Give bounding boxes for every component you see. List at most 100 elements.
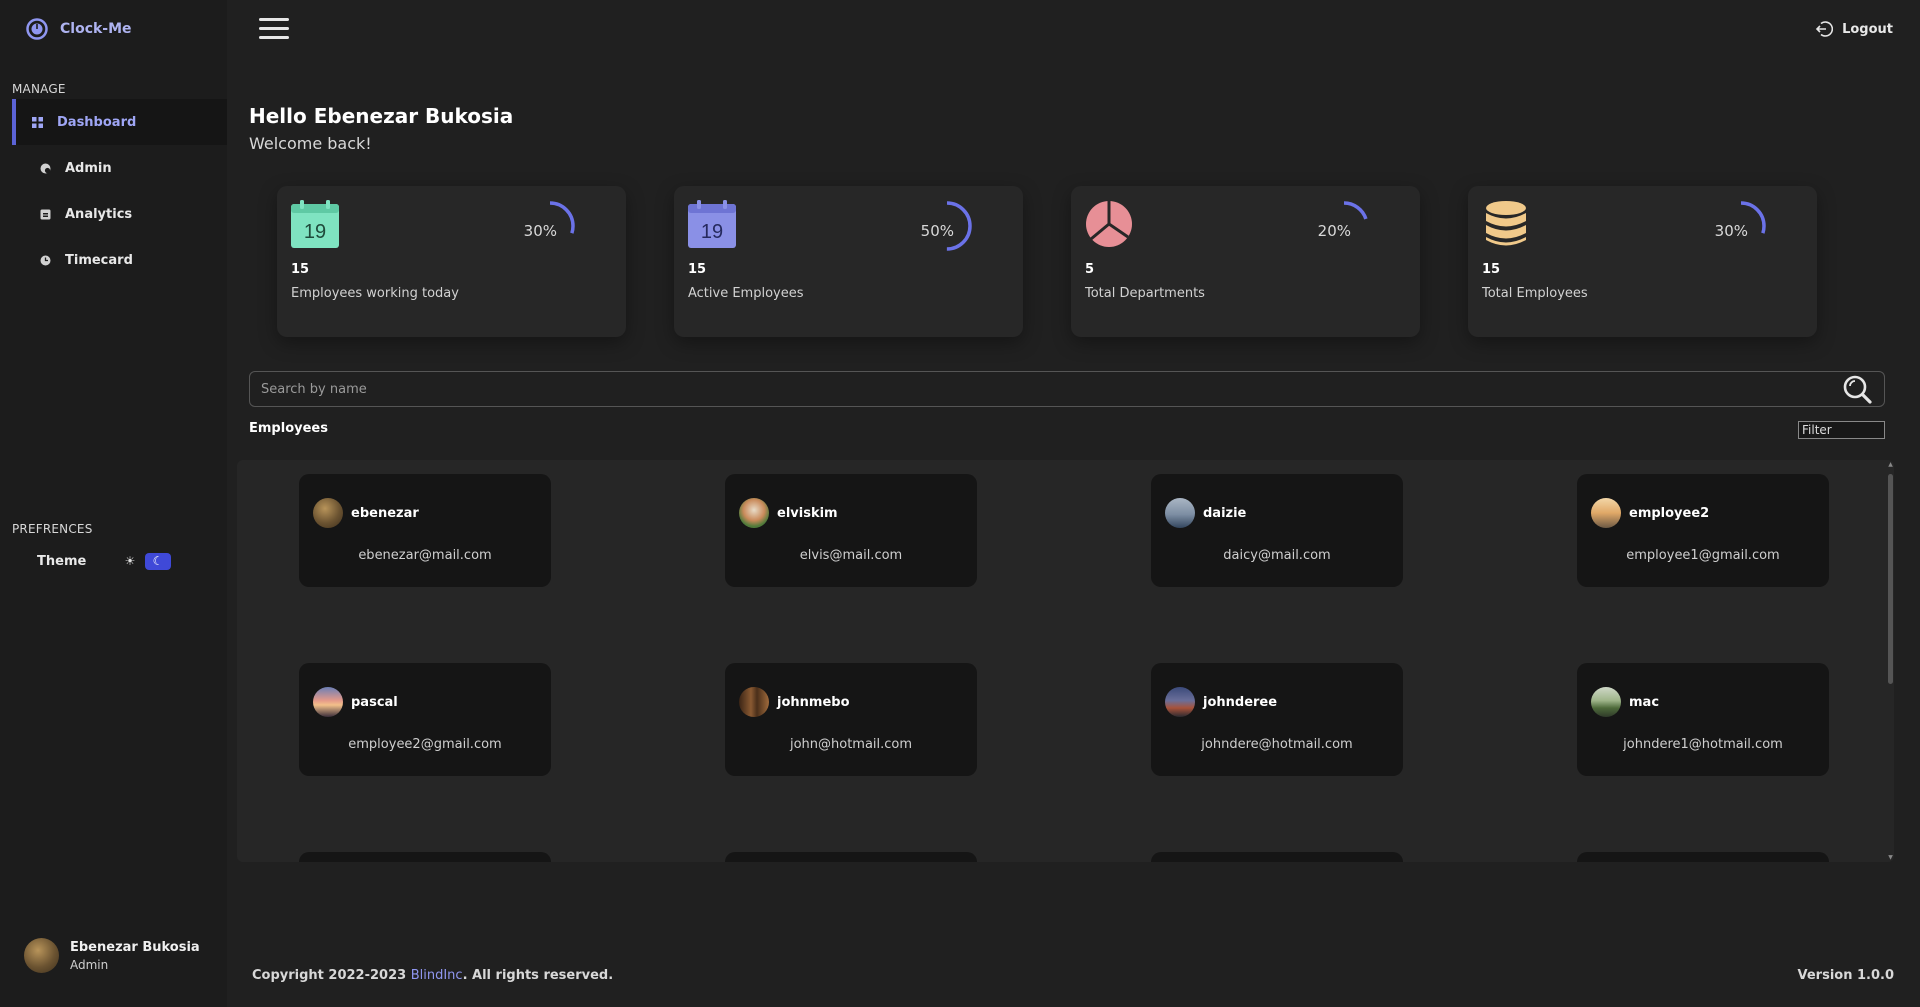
- brand[interactable]: Clock-Me: [26, 18, 132, 40]
- profile-name: Ebenezar Bukosia: [70, 939, 200, 955]
- sidebar-item-label: Timecard: [65, 252, 133, 268]
- stat-value: 15: [291, 262, 310, 277]
- page-title: Hello Ebenezar Bukosia: [249, 104, 514, 128]
- employee-email: elvis@mail.com: [799, 548, 903, 563]
- hamburger-icon: [259, 18, 289, 21]
- sidebar-item-timecard[interactable]: Timecard: [12, 237, 227, 283]
- employee-name: ebenezar: [351, 506, 419, 521]
- search-icon: [1843, 375, 1872, 404]
- stat-percent: 50%: [920, 222, 954, 240]
- database-icon: [1486, 201, 1526, 246]
- sidebar-item-label: Admin: [65, 160, 112, 176]
- greeting: Hello Ebenezar Bukosia Welcome back!: [249, 104, 513, 153]
- employee-email: ebenezar@mail.com: [358, 548, 492, 563]
- employee-email: johndere@hotmail.com: [1201, 737, 1353, 752]
- employees-row: pascal employee2@gmail.com johnmebo john…: [299, 663, 1829, 776]
- employee-email: employee2@gmail.com: [348, 737, 502, 752]
- employee-email: employee1@gmail.com: [1626, 548, 1780, 563]
- pie-icon: [1086, 201, 1132, 247]
- clock-logo-icon: [26, 18, 48, 40]
- stat-percent: 30%: [1714, 222, 1748, 240]
- stat-card-active-employees: 19 50% 15 Active Employees: [674, 186, 1023, 337]
- calendar-icon: 19: [688, 200, 736, 248]
- user-profile[interactable]: Ebenezar Bukosia Admin: [24, 938, 200, 973]
- stat-card-departments: 20% 5 Total Departments: [1071, 186, 1420, 337]
- copyright-prefix: Copyright 2022-2023: [252, 968, 411, 983]
- stat-label: Active Employees: [688, 286, 804, 301]
- scroll-thumb[interactable]: [1888, 474, 1893, 684]
- theme-row: Theme ☀ ☾: [37, 552, 173, 570]
- avatar: [313, 687, 343, 717]
- employees-row: ebenezar ebenezar@mail.com elviskim elvi…: [299, 474, 1829, 587]
- admin-icon: [40, 163, 51, 173]
- sidebar: Clock-Me MANAGE Dashboard Admin Analytic…: [0, 0, 227, 1007]
- search-bar: [249, 371, 1885, 407]
- employee-card[interactable]: johnderee johndere@hotmail.com: [1151, 663, 1403, 776]
- stat-card-working-today: 19 30% 15 Employees working today: [277, 186, 626, 337]
- stats-row: 19 30% 15 Employees working today 19 50%…: [277, 186, 1817, 337]
- app-root: Clock-Me MANAGE Dashboard Admin Analytic…: [0, 0, 1920, 1007]
- employees-title: Employees: [249, 421, 328, 436]
- employee-name: johnmebo: [777, 695, 850, 710]
- avatar: [1165, 687, 1195, 717]
- employee-name: pascal: [351, 695, 398, 710]
- panel-scrollbar[interactable]: ▲ ▼: [1887, 460, 1894, 862]
- employee-name: daizie: [1203, 506, 1247, 521]
- stat-percent: 20%: [1317, 222, 1351, 240]
- employee-email: john@hotmail.com: [789, 737, 913, 752]
- employees-panel: ebenezar ebenezar@mail.com elviskim elvi…: [237, 460, 1894, 862]
- logout-button[interactable]: Logout: [1815, 20, 1893, 38]
- scroll-up-icon[interactable]: ▲: [1887, 461, 1894, 468]
- hamburger-icon-line: [259, 27, 289, 30]
- employee-card[interactable]: ebenezar ebenezar@mail.com: [299, 474, 551, 587]
- stat-value: 15: [688, 262, 707, 277]
- employee-name: employee2: [1629, 506, 1710, 521]
- avatar: [1165, 498, 1195, 528]
- manage-section-label: MANAGE: [12, 82, 66, 96]
- theme-toggle[interactable]: ☀ ☾: [121, 552, 173, 570]
- employee-card-partial[interactable]: [725, 852, 977, 862]
- sidebar-nav: Dashboard Admin Analytics Timecard: [12, 99, 227, 283]
- avatar: [24, 938, 59, 973]
- theme-label: Theme: [37, 553, 87, 569]
- menu-toggle-button[interactable]: [259, 18, 289, 40]
- copyright-suffix: . All rights reserved.: [462, 968, 614, 983]
- brand-name: Clock-Me: [60, 21, 132, 37]
- analytics-icon: [40, 209, 51, 219]
- employee-email: johndere1@hotmail.com: [1623, 737, 1783, 752]
- employee-card[interactable]: elviskim elvis@mail.com: [725, 474, 977, 587]
- search-input[interactable]: [250, 372, 1840, 406]
- page-subtitle: Welcome back!: [249, 134, 372, 153]
- preferences-section-label: PREFRENCES: [12, 522, 93, 536]
- search-button[interactable]: [1840, 372, 1874, 406]
- moon-icon: ☾: [145, 552, 171, 570]
- avatar: [313, 498, 343, 528]
- sidebar-item-dashboard[interactable]: Dashboard: [12, 99, 227, 145]
- employee-card[interactable]: pascal employee2@gmail.com: [299, 663, 551, 776]
- employee-card[interactable]: mac johndere1@hotmail.com: [1577, 663, 1829, 776]
- stat-label: Total Employees: [1482, 286, 1588, 301]
- sidebar-item-admin[interactable]: Admin: [12, 145, 227, 191]
- employee-card-partial[interactable]: [299, 852, 551, 862]
- company-link[interactable]: BlindInc: [411, 968, 463, 983]
- employee-card-partial[interactable]: [1151, 852, 1403, 862]
- filter-input[interactable]: [1798, 421, 1885, 439]
- sun-icon: ☀: [124, 554, 136, 568]
- clock-icon: [40, 255, 51, 265]
- employee-card-partial[interactable]: [1577, 852, 1829, 862]
- employee-card[interactable]: employee2 employee1@gmail.com: [1577, 474, 1829, 587]
- logout-label: Logout: [1842, 21, 1893, 37]
- calendar-date: 19: [701, 221, 723, 243]
- logout-icon: [1815, 21, 1834, 37]
- footer-copyright: Copyright 2022-2023 BlindInc. All rights…: [252, 968, 613, 983]
- employee-card[interactable]: daizie daicy@mail.com: [1151, 474, 1403, 587]
- sidebar-item-analytics[interactable]: Analytics: [12, 191, 227, 237]
- scroll-down-icon[interactable]: ▼: [1887, 854, 1894, 861]
- grid-icon: [32, 116, 43, 128]
- version-label: Version 1.0.0: [1797, 968, 1895, 983]
- employees-grid: ebenezar ebenezar@mail.com elviskim elvi…: [299, 474, 1829, 862]
- employee-name: elviskim: [777, 506, 838, 521]
- avatar: [1591, 687, 1621, 717]
- avatar: [739, 687, 769, 717]
- employee-card[interactable]: johnmebo john@hotmail.com: [725, 663, 977, 776]
